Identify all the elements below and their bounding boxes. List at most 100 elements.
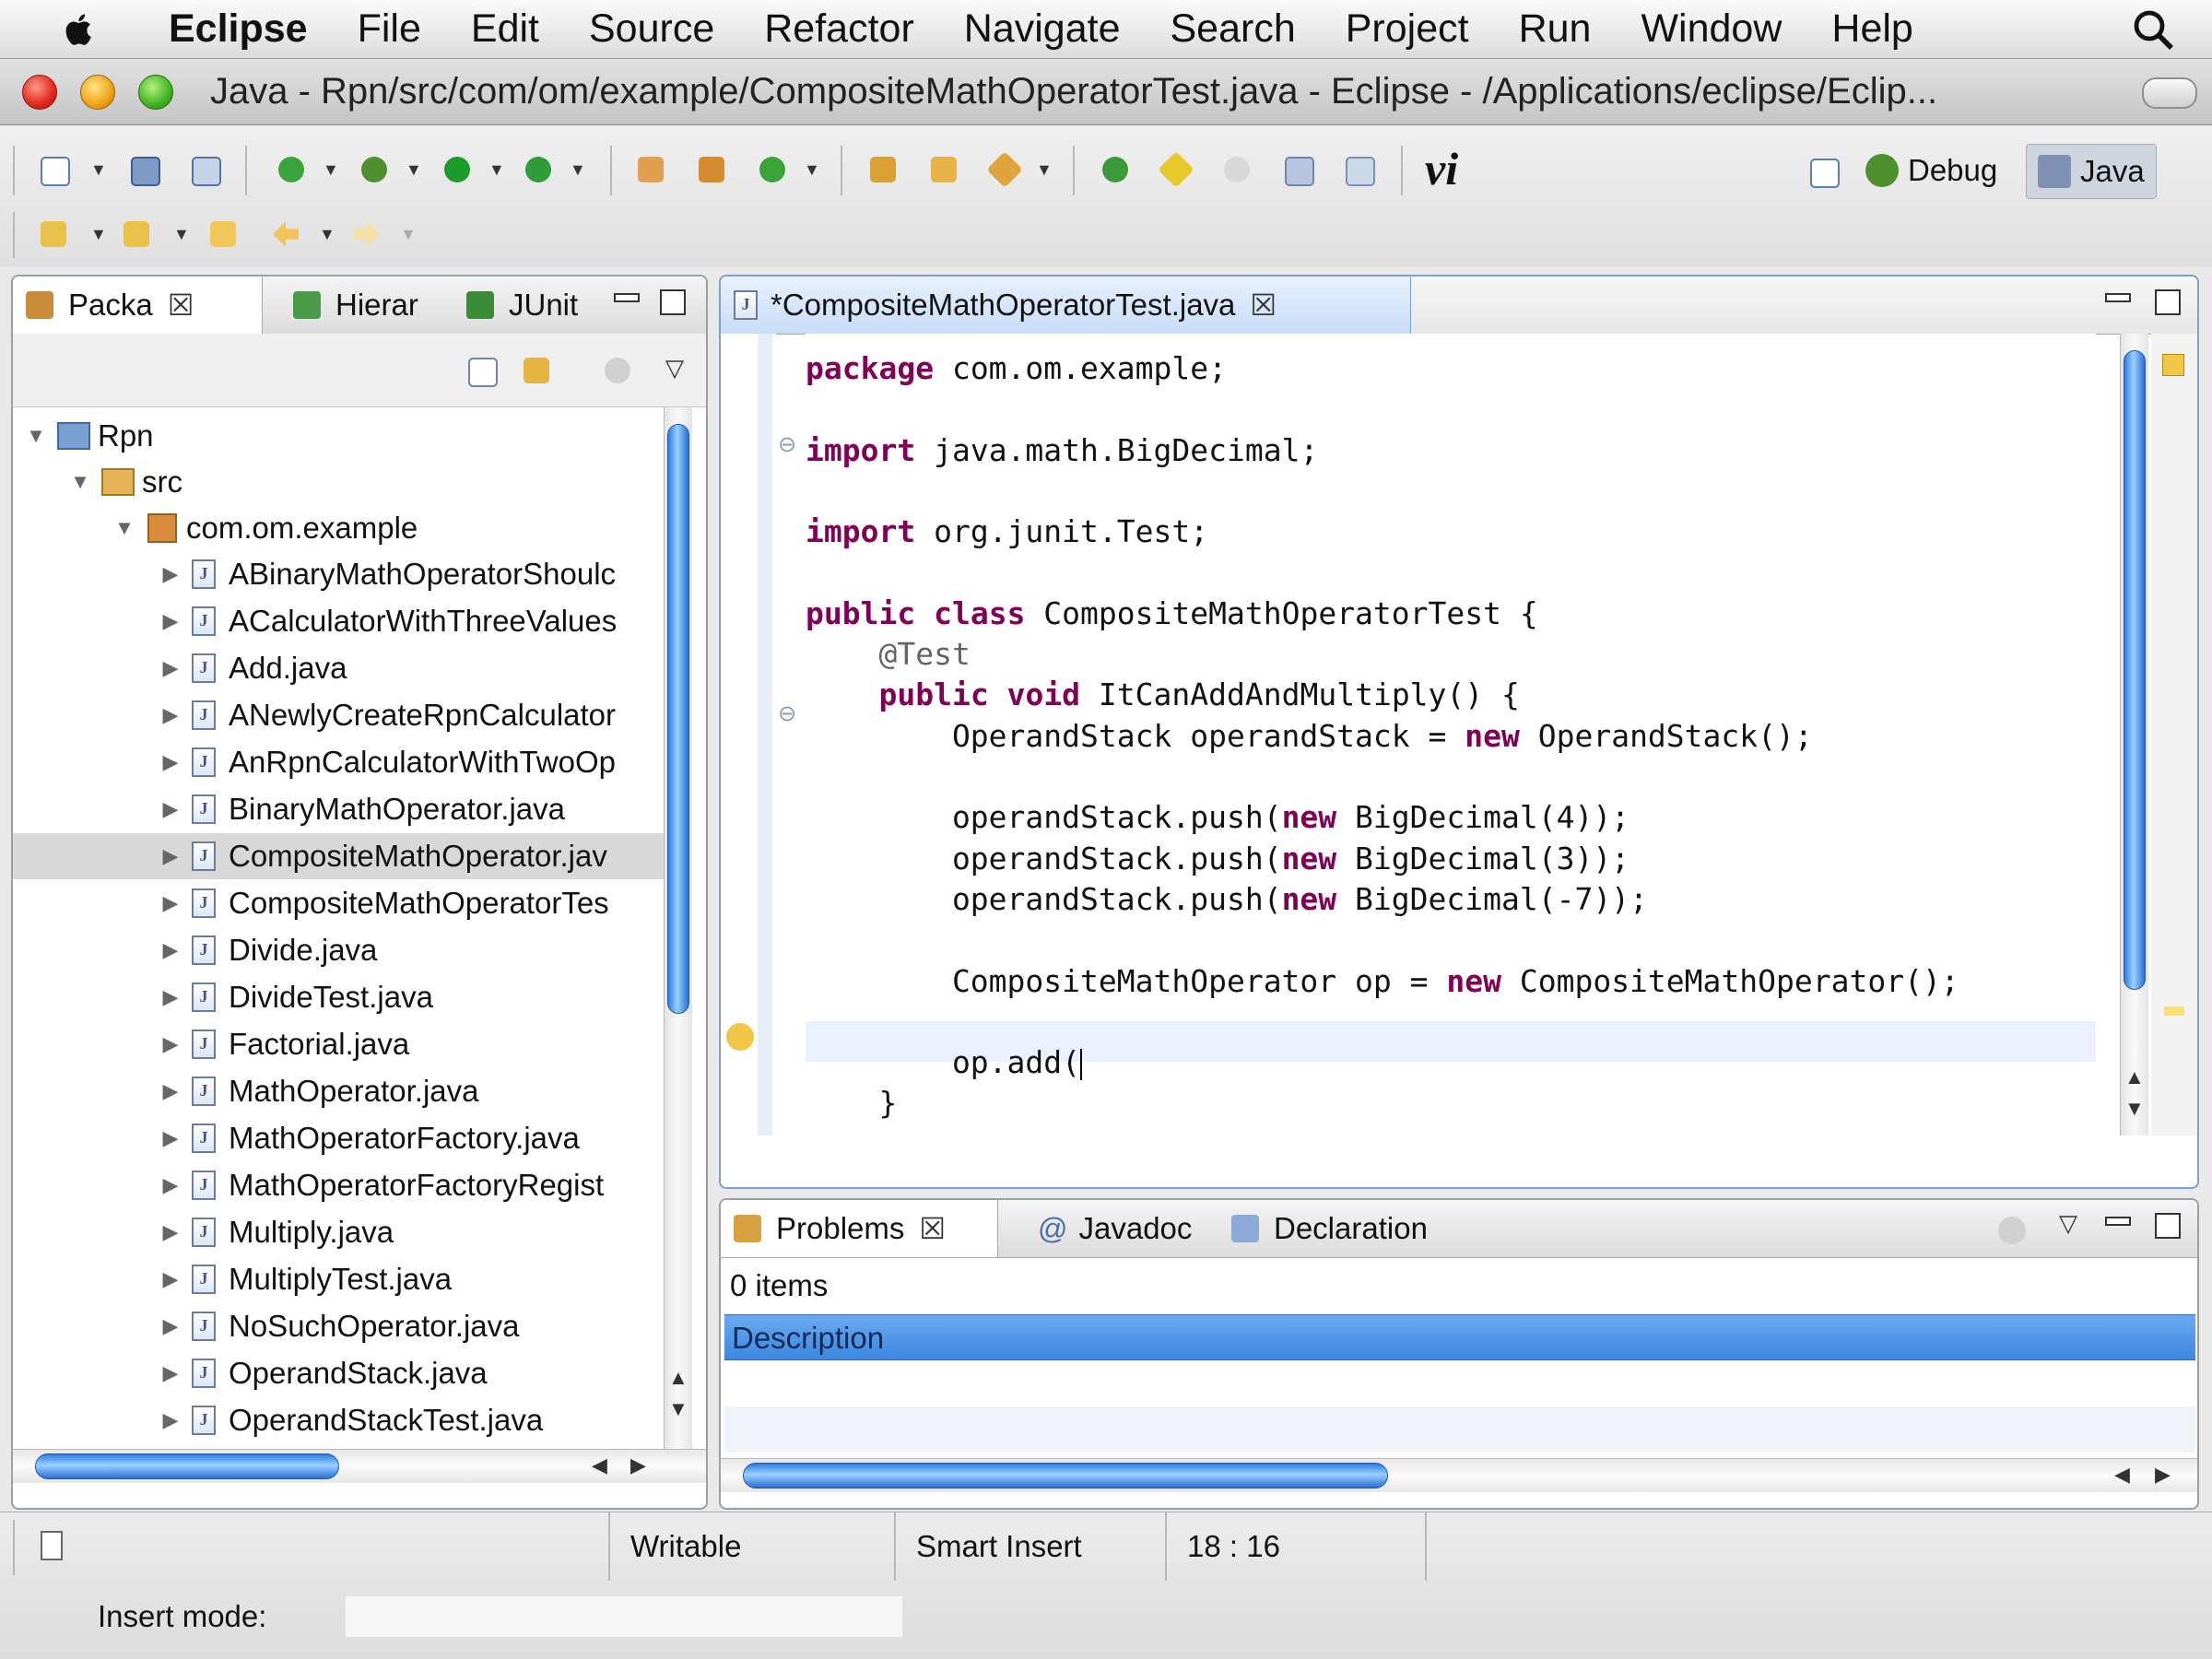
- minimize-icon[interactable]: [2105, 293, 2131, 302]
- expand-triangle-icon[interactable]: ▶: [157, 938, 184, 962]
- package-tree-vertical-scrollbar[interactable]: ▲ ▼: [664, 407, 692, 1449]
- expand-triangle-icon[interactable]: ▶: [157, 1126, 184, 1150]
- scrollbar-thumb[interactable]: [743, 1463, 1388, 1488]
- java-perspective-button[interactable]: Java: [2026, 144, 2157, 199]
- expand-triangle-icon[interactable]: ▼: [22, 424, 50, 448]
- new-java-project-icon[interactable]: [273, 151, 310, 188]
- open-perspective-icon[interactable]: [1805, 153, 1841, 190]
- highlight-pen-icon[interactable]: [1158, 151, 1194, 188]
- minimize-window-button[interactable]: [80, 74, 115, 110]
- chevron-down-icon[interactable]: ▼: [90, 225, 107, 244]
- close-icon[interactable]: ☒: [168, 288, 194, 323]
- spotlight-search-icon[interactable]: [2131, 7, 2175, 52]
- problems-column-header[interactable]: Description: [724, 1314, 2195, 1360]
- tree-file-item[interactable]: ▶ J Add.java: [13, 645, 664, 691]
- scrollbar-thumb[interactable]: [2124, 350, 2146, 990]
- menu-project[interactable]: Project: [1321, 6, 1494, 52]
- tree-file-item[interactable]: ▶ J ABinaryMathOperatorShoulc: [13, 551, 664, 597]
- tree-file-item[interactable]: ▶ J ANewlyCreateRpnCalculator: [13, 692, 664, 738]
- chevron-down-icon[interactable]: ▼: [323, 160, 339, 180]
- occurrence-marker[interactable]: [2164, 1006, 2184, 1016]
- maximize-icon[interactable]: [660, 289, 686, 315]
- tree-file-item[interactable]: ▶ J DivideTest.java: [13, 974, 664, 1020]
- tab-javadoc[interactable]: @ Javadoc: [1025, 1200, 1192, 1257]
- chevron-down-icon[interactable]: ▼: [570, 160, 586, 180]
- print-icon[interactable]: [186, 151, 223, 188]
- expand-triangle-icon[interactable]: ▶: [157, 797, 184, 821]
- tab-package-explorer[interactable]: Packa ☒: [13, 276, 263, 334]
- chevron-down-icon[interactable]: ▼: [488, 160, 505, 180]
- new-class-icon[interactable]: [693, 151, 730, 188]
- expand-triangle-icon[interactable]: ▶: [157, 609, 184, 633]
- tree-file-item[interactable]: ▶ J CompositeMathOperatorTes: [13, 880, 664, 926]
- menu-search[interactable]: Search: [1145, 6, 1320, 52]
- minimize-icon[interactable]: [614, 293, 640, 302]
- chevron-down-icon[interactable]: ▼: [400, 225, 417, 244]
- tree-file-item[interactable]: ▶ J BinaryMathOperator.java: [13, 786, 664, 832]
- chevron-down-icon[interactable]: ▼: [1036, 160, 1053, 180]
- code-area[interactable]: package com.om.example; import java.math.…: [806, 334, 2096, 1135]
- minimize-icon[interactable]: [2105, 1217, 2131, 1226]
- focus-task-icon[interactable]: [599, 352, 636, 389]
- tree-file-item[interactable]: ▶ J OperandStack.java: [13, 1350, 664, 1396]
- tree-file-item[interactable]: ▶ J ACalculatorWithThreeValues: [13, 598, 664, 644]
- tab-editor-file[interactable]: J *CompositeMathOperatorTest.java ☒: [721, 276, 1411, 334]
- new-wizard-icon[interactable]: [35, 151, 72, 188]
- collapse-all-icon[interactable]: [463, 352, 500, 389]
- menu-help[interactable]: Help: [1806, 6, 1937, 52]
- menu-navigate[interactable]: Navigate: [939, 6, 1146, 52]
- fold-collapse-icon[interactable]: ⊖: [778, 431, 796, 458]
- expand-triangle-icon[interactable]: ▶: [157, 1314, 184, 1338]
- fast-view-icon[interactable]: [41, 1531, 63, 1560]
- refresh-icon[interactable]: [754, 151, 791, 188]
- expand-triangle-icon[interactable]: ▶: [157, 562, 184, 586]
- expand-triangle-icon[interactable]: ▶: [157, 1032, 184, 1056]
- scroll-left-icon[interactable]: ◀: [592, 1453, 607, 1477]
- menu-refactor[interactable]: Refactor: [739, 6, 939, 52]
- tree-file-item[interactable]: ▶ J AnRpnCalculatorWithTwoOp: [13, 739, 664, 785]
- editor-vertical-scrollbar[interactable]: ▲ ▼: [2120, 334, 2148, 1135]
- zoom-window-button[interactable]: [138, 74, 173, 110]
- menu-eclipse[interactable]: Eclipse: [144, 6, 333, 52]
- close-icon[interactable]: ☒: [919, 1211, 946, 1246]
- link-with-editor-icon[interactable]: [518, 352, 555, 389]
- expand-triangle-icon[interactable]: ▶: [157, 1220, 184, 1244]
- maximize-icon[interactable]: [2155, 1213, 2181, 1239]
- expand-triangle-icon[interactable]: ▼: [66, 470, 94, 494]
- scroll-down-icon[interactable]: ▼: [668, 1397, 688, 1421]
- expand-triangle-icon[interactable]: ▶: [157, 750, 184, 774]
- expand-triangle-icon[interactable]: ▶: [157, 1361, 184, 1385]
- tree-file-item[interactable]: ▶ J MathOperatorFactory.java: [13, 1115, 664, 1161]
- focus-icon[interactable]: [1998, 1217, 2026, 1244]
- back-arrow-icon[interactable]: [267, 216, 304, 253]
- expand-triangle-icon[interactable]: ▼: [111, 516, 138, 540]
- scrollbar-thumb[interactable]: [35, 1453, 339, 1479]
- expand-triangle-icon[interactable]: ▶: [157, 1173, 184, 1197]
- expand-triangle-icon[interactable]: ▶: [157, 1079, 184, 1103]
- tree-file-item[interactable]: ▶ J Multiply.java: [13, 1209, 664, 1255]
- apple-icon[interactable]: [53, 8, 107, 51]
- expand-triangle-icon[interactable]: ▶: [157, 1408, 184, 1432]
- close-icon[interactable]: ☒: [1250, 288, 1277, 323]
- external-tools-icon[interactable]: [520, 151, 557, 188]
- warning-lightbulb-icon[interactable]: [726, 1023, 754, 1051]
- last-edit-location-icon[interactable]: [205, 216, 241, 253]
- chevron-down-icon[interactable]: ▼: [804, 160, 820, 180]
- tree-src-folder[interactable]: ▼ src: [13, 459, 182, 505]
- open-folder-icon[interactable]: [925, 151, 962, 188]
- menu-edit[interactable]: Edit: [446, 6, 564, 52]
- block-selection-icon[interactable]: [1279, 151, 1316, 188]
- fold-collapse-icon[interactable]: ⊖: [778, 700, 796, 727]
- vi-plugin-icon[interactable]: vi: [1425, 142, 1458, 195]
- tree-file-item[interactable]: ▶ J Factorial.java: [13, 1021, 664, 1067]
- tree-file-item[interactable]: ▶ J OperandStackTest.java: [13, 1397, 664, 1443]
- tree-file-item[interactable]: ▶ J MathOperator.java: [13, 1068, 664, 1114]
- tab-problems[interactable]: Problems ☒: [721, 1200, 998, 1257]
- tree-file-item[interactable]: ▶ J MathOperatorFactoryRegist: [13, 1162, 664, 1208]
- chevron-down-icon[interactable]: ▼: [319, 225, 335, 244]
- next-annotation-icon[interactable]: [35, 216, 72, 253]
- scroll-up-icon[interactable]: ▲: [668, 1366, 688, 1390]
- pin-icon[interactable]: [1097, 151, 1134, 188]
- show-whitespace-icon[interactable]: [1340, 151, 1377, 188]
- view-menu-icon[interactable]: ▽: [665, 354, 684, 382]
